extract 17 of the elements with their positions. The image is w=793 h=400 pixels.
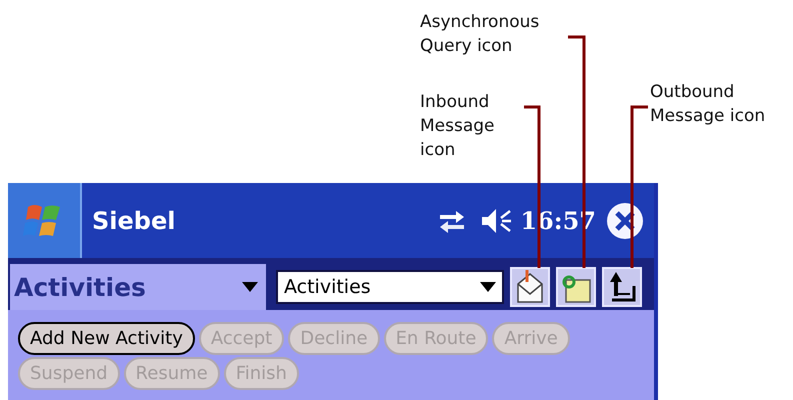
view-dropdown[interactable]: Activities bbox=[276, 270, 504, 304]
toolbar-icon-button[interactable] bbox=[510, 267, 550, 307]
app-title: Siebel bbox=[92, 206, 176, 234]
view-tab-label: Activities bbox=[14, 272, 146, 302]
sync-arrows-icon[interactable] bbox=[438, 208, 466, 232]
view-tab[interactable]: Activities bbox=[10, 264, 266, 310]
start-button[interactable] bbox=[8, 183, 82, 258]
action-button[interactable]: Add New Activity bbox=[18, 322, 195, 355]
toolbar-icon-button[interactable] bbox=[602, 267, 642, 307]
toolbar-icon-button[interactable] bbox=[556, 267, 596, 307]
caret-icon bbox=[480, 282, 496, 292]
callout-label: Outbound Message icon bbox=[650, 81, 766, 128]
dropdown-value: Activities bbox=[284, 276, 371, 298]
close-icon[interactable] bbox=[606, 202, 644, 240]
callout-label: Asynchronous Query icon bbox=[420, 11, 540, 58]
callout-label: Inbound Message icon bbox=[420, 91, 496, 162]
caret-icon bbox=[242, 282, 258, 292]
